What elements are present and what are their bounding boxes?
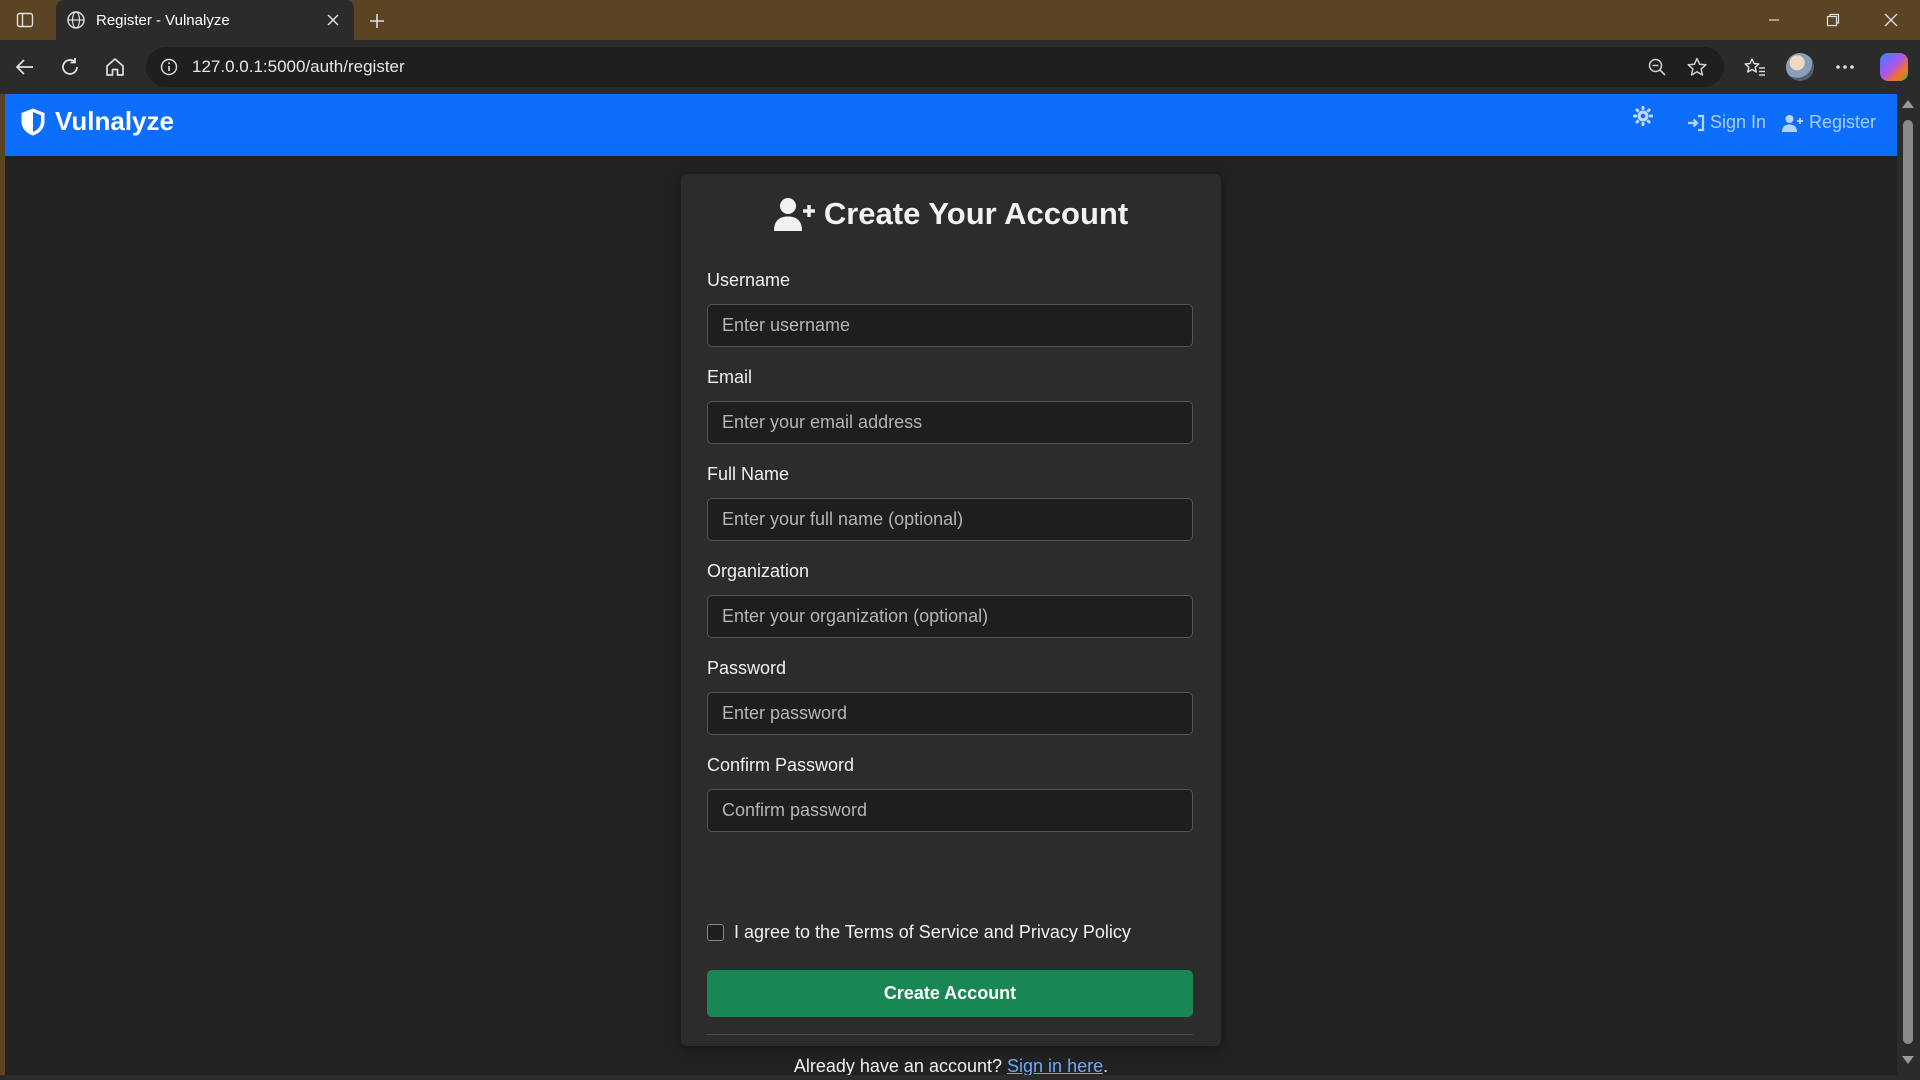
zoom-out-icon[interactable] (1644, 54, 1670, 80)
terms-row: I agree to the Terms of Service and Priv… (707, 922, 1131, 943)
profile-avatar[interactable] (1786, 53, 1814, 81)
user-plus-icon (1782, 114, 1803, 132)
username-input[interactable] (707, 304, 1193, 347)
browser-tab-strip: Register - Vulnalyze (0, 0, 1920, 40)
scroll-up-icon[interactable] (1902, 100, 1914, 108)
sign-in-prompt-text: Already have an account? (793, 1056, 1003, 1075)
page-viewport: Vulnalyze Sign In Register Create Your A… (5, 94, 1897, 1075)
gear-icon[interactable] (1631, 104, 1655, 128)
sign-in-prompt-period: . (1103, 1056, 1109, 1075)
terms-checkbox[interactable] (707, 924, 724, 941)
reload-icon[interactable] (55, 52, 85, 82)
terms-label[interactable]: I agree to the Terms of Service and Priv… (734, 922, 1131, 943)
password-label: Password (707, 658, 787, 678)
site-navbar: Vulnalyze Sign In Register (5, 94, 1897, 156)
restore-icon[interactable] (1804, 0, 1862, 40)
globe-icon (66, 10, 86, 30)
register-label: Register (1809, 112, 1877, 132)
browser-tab[interactable]: Register - Vulnalyze (56, 0, 354, 40)
sign-in-prompt: Already have an account? Sign in here. (681, 1056, 1221, 1075)
sign-in-link[interactable]: Sign in here (1007, 1056, 1103, 1075)
nav-sign-in[interactable]: Sign In (1687, 112, 1766, 133)
register-card: Create Your Account Username Email Full … (681, 174, 1221, 1075)
confirm-password-label: Confirm Password (707, 755, 855, 775)
sidebar-icon[interactable] (10, 8, 40, 32)
full-name-input[interactable] (707, 498, 1193, 541)
organization-input[interactable] (707, 595, 1193, 638)
minimize-icon[interactable] (1745, 0, 1803, 40)
address-bar[interactable]: 127.0.0.1:5000/auth/register (146, 47, 1724, 87)
username-label: Username (707, 270, 791, 290)
more-icon[interactable] (1831, 53, 1859, 81)
divider (707, 1034, 1193, 1035)
email-input[interactable] (707, 401, 1193, 444)
star-icon[interactable] (1684, 54, 1710, 80)
plus-icon[interactable] (364, 8, 390, 34)
favorites-icon[interactable] (1741, 53, 1769, 81)
info-icon[interactable] (158, 56, 180, 78)
close-icon[interactable] (322, 9, 344, 31)
shield-icon (21, 108, 45, 135)
confirm-password-input[interactable] (707, 789, 1193, 832)
email-label: Email (707, 367, 753, 387)
full-name-label: Full Name (707, 464, 790, 484)
page-scrollbar[interactable] (1897, 94, 1920, 1075)
nav-register[interactable]: Register (1782, 112, 1876, 133)
tab-title: Register - Vulnalyze (96, 11, 230, 29)
scroll-down-icon[interactable] (1902, 1056, 1914, 1064)
password-input[interactable] (707, 692, 1193, 735)
brand-link[interactable]: Vulnalyze (19, 106, 174, 137)
window-close-icon[interactable] (1862, 0, 1920, 40)
copilot-icon[interactable] (1880, 53, 1908, 81)
create-account-button[interactable]: Create Account (707, 970, 1193, 1017)
browser-toolbar: 127.0.0.1:5000/auth/register (0, 40, 1920, 94)
back-icon[interactable] (10, 52, 40, 82)
page-title: Create Your Account (681, 196, 1221, 232)
page-title-text: Create Your Account (823, 196, 1129, 231)
url-text: 127.0.0.1:5000/auth/register (192, 57, 405, 76)
window-bottom-edge (0, 1075, 1920, 1080)
sign-in-icon (1688, 114, 1705, 131)
user-plus-icon (773, 198, 815, 231)
brand-name: Vulnalyze (55, 106, 174, 136)
home-icon[interactable] (100, 52, 130, 82)
sign-in-label: Sign In (1710, 112, 1767, 132)
scroll-thumb[interactable] (1903, 120, 1913, 1044)
organization-label: Organization (707, 561, 810, 581)
